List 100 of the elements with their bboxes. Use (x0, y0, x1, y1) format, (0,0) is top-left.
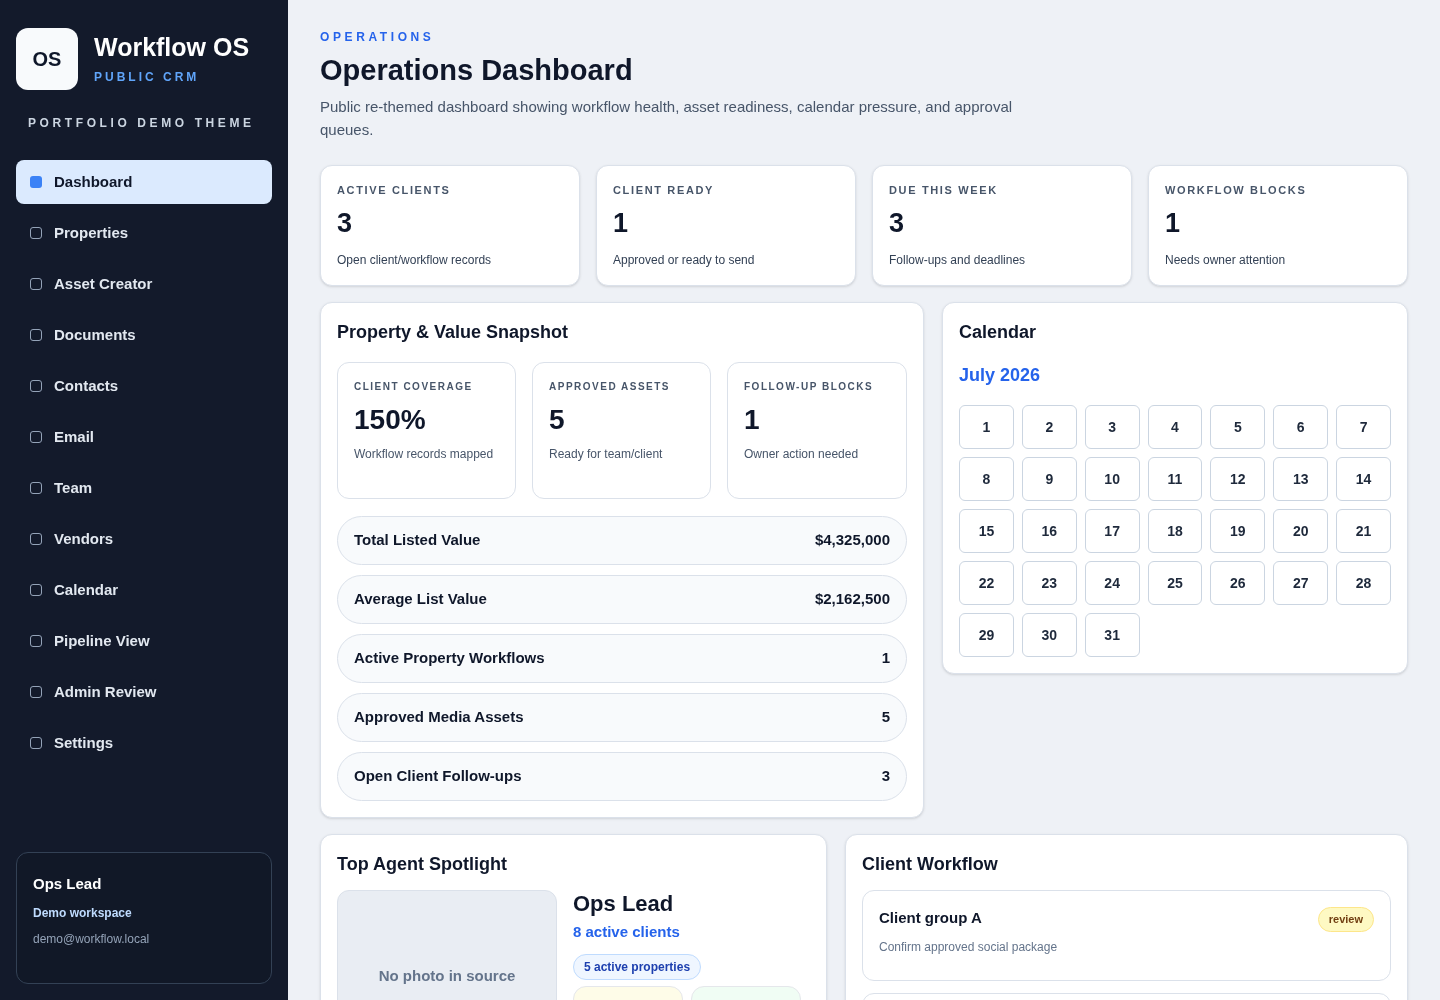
page-description: Public re-themed dashboard showing workflow health, asset readiness, calendar pressure, and approval queues. (320, 97, 1014, 140)
calendar-day[interactable]: 21 (1336, 509, 1391, 553)
tag-pill: 5 active properties (573, 954, 702, 980)
calendar-day[interactable]: 16 (1021, 509, 1077, 553)
agent-name: Ops Lead (573, 890, 675, 918)
calendar-day[interactable]: 30 (1021, 613, 1077, 657)
stat-value: 1 (1165, 206, 1182, 239)
row-value: 5 (881, 707, 890, 728)
calendar-day[interactable]: 18 (1147, 509, 1203, 553)
calendar-day[interactable]: 23 (1021, 561, 1077, 605)
calendar-day[interactable]: 24 (1084, 561, 1140, 605)
nav-item[interactable]: Asset Creator (16, 262, 272, 306)
calendar-day[interactable]: 14 (1336, 457, 1391, 501)
calendar-day[interactable]: 4 (1147, 405, 1203, 449)
filled-square-icon (30, 176, 42, 188)
section-title: Property & Value Snapshot (337, 321, 570, 344)
calendar-day[interactable]: 26 (1210, 561, 1266, 605)
workflow-task: Confirm approved social package (879, 938, 1058, 956)
metric-label: FOLLOW-UP BLOCKS (744, 380, 875, 394)
nav-item[interactable]: Documents (16, 313, 272, 357)
nav-item[interactable]: Pipeline View (16, 619, 272, 663)
calendar-day[interactable]: 20 (1273, 509, 1329, 553)
calendar-day[interactable]: 9 (1021, 457, 1077, 501)
calendar-day[interactable]: 7 (1336, 405, 1391, 449)
calendar-day[interactable]: 3 (1084, 405, 1140, 449)
stat-value: 3 (889, 206, 906, 239)
calendar-day[interactable]: 28 (1336, 561, 1391, 605)
stat-label: WORKFLOW BLOCKS (1165, 183, 1308, 198)
stat-value: 1 (613, 206, 630, 239)
calendar-day[interactable]: 11 (1147, 457, 1203, 501)
calendar-day[interactable]: 19 (1210, 509, 1266, 553)
calendar-day[interactable]: 22 (959, 561, 1014, 605)
nav-item[interactable]: Team (16, 466, 272, 510)
stat-value: 3 (337, 206, 354, 239)
calendar-day[interactable]: 10 (1084, 457, 1140, 501)
section-title: Top Agent Spotlight (337, 853, 508, 876)
row-label: Approved Media Assets (354, 707, 524, 728)
nav-item[interactable]: Email (16, 415, 272, 459)
metric-note: Owner action needed (744, 446, 860, 462)
row-label: Active Property Workflows (354, 648, 545, 669)
theme-label: PORTFOLIO DEMO THEME (28, 115, 256, 132)
nav-item[interactable]: Vendors (16, 517, 272, 561)
stat-note: Needs owner attention (1165, 251, 1287, 269)
calendar-day[interactable]: 6 (1273, 405, 1329, 449)
user-email: demo@workflow.local (33, 930, 151, 948)
stat-note: Open client/workflow records (337, 251, 493, 269)
row-label: Total Listed Value (354, 530, 481, 551)
row-label: Open Client Follow-ups (354, 766, 522, 787)
square-icon (30, 584, 42, 596)
app-name: Workflow OS (94, 32, 250, 64)
stat-note: Approved or ready to send (613, 251, 756, 269)
metric-label: APPROVED ASSETS (549, 380, 672, 394)
calendar-month: July 2026 (959, 364, 1042, 387)
section-title: Calendar (959, 321, 1038, 344)
stat-label: ACTIVE CLIENTS (337, 183, 452, 198)
photo-placeholder-text: No photo in source (378, 966, 516, 986)
metric-note: Ready for team/client (549, 446, 664, 462)
nav-item[interactable]: Settings (16, 721, 272, 765)
metric-value: 5 (549, 403, 566, 437)
row-label: Average List Value (354, 589, 487, 610)
calendar-day[interactable]: 13 (1273, 457, 1329, 501)
calendar-day[interactable]: 31 (1084, 613, 1140, 657)
nav-item[interactable]: Contacts (16, 364, 272, 408)
square-icon (30, 737, 42, 749)
square-icon (30, 635, 42, 647)
stat-label: CLIENT READY (613, 183, 716, 198)
page-title: Operations Dashboard (320, 53, 634, 88)
square-icon (30, 431, 42, 443)
page-eyebrow: OPERATIONS (320, 29, 436, 46)
workspace-name: Demo workspace (33, 904, 133, 922)
nav-item[interactable]: Dashboard (16, 160, 272, 204)
calendar-day[interactable]: 15 (959, 509, 1014, 553)
nav-item[interactable]: Admin Review (16, 670, 272, 714)
calendar-day[interactable]: 1 (959, 405, 1014, 449)
square-icon (30, 278, 42, 290)
stat-note: Follow-ups and deadlines (889, 251, 1027, 269)
calendar-day[interactable]: 8 (959, 457, 1014, 501)
row-value: $2,162,500 (814, 589, 890, 610)
calendar-day[interactable]: 12 (1210, 457, 1266, 501)
square-icon (30, 686, 42, 698)
row-value: 1 (881, 648, 890, 669)
metric-value: 1 (744, 403, 761, 437)
calendar-day[interactable]: 17 (1084, 509, 1140, 553)
calendar-day[interactable]: 5 (1210, 405, 1266, 449)
workflow-item[interactable]: Client group A Confirm approved social package review (862, 890, 1391, 981)
calendar-day[interactable]: 27 (1273, 561, 1329, 605)
agent-clients: 8 active clients (573, 922, 681, 942)
status-badge: review (1317, 907, 1374, 932)
row-value: 3 (881, 766, 890, 787)
calendar-day[interactable]: 2 (1021, 405, 1077, 449)
metric-value: 150% (354, 403, 427, 437)
workflow-name: Client group A (879, 908, 983, 928)
nav-item[interactable]: Properties (16, 211, 272, 255)
square-icon (30, 227, 42, 239)
calendar-day[interactable]: 25 (1147, 561, 1203, 605)
square-icon (30, 533, 42, 545)
nav-item[interactable]: Calendar (16, 568, 272, 612)
row-value: $4,325,000 (814, 530, 890, 551)
calendar-day[interactable]: 29 (959, 613, 1014, 657)
metric-label: CLIENT COVERAGE (354, 380, 474, 394)
